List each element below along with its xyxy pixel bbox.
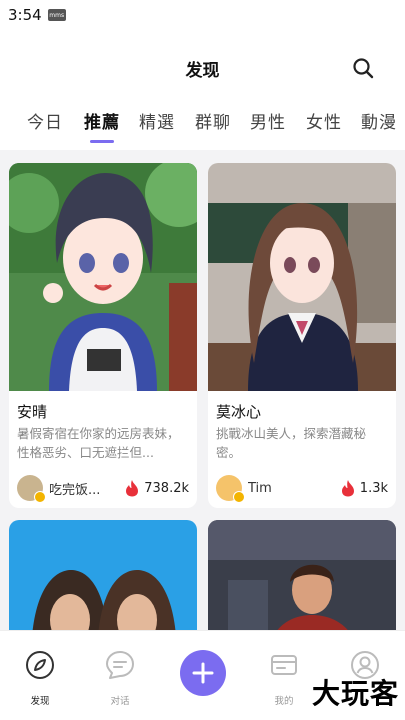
status-bar: 3:54 mms (0, 0, 405, 30)
status-time: 3:54 (8, 6, 42, 24)
verified-badge-icon (34, 491, 46, 503)
character-card[interactable]: 安晴 暑假寄宿在你家的远房表妹，性格恶劣、口无遮拦但... 吃完饭... 738… (9, 163, 197, 508)
tab-featured[interactable]: 精選 (139, 108, 175, 133)
character-grid: 安晴 暑假寄宿在你家的远房表妹，性格恶劣、口无遮拦但... 吃完饭... 738… (0, 150, 405, 630)
character-name: 莫冰心 (216, 403, 262, 421)
chat-bubble-icon (106, 651, 134, 679)
watermark: 大玩客 (311, 677, 399, 710)
nav-mine[interactable]: 我的 (254, 649, 314, 707)
character-description: 暑假寄宿在你家的远房表妹，性格恶劣、口无遮拦但... (17, 426, 180, 460)
character-image (9, 163, 197, 391)
nav-chat-label: 对话 (110, 696, 130, 707)
character-card[interactable]: 莫冰心 挑戰冰山美人，探索潛藏秘密。 Tim 1.3k (208, 163, 396, 508)
character-card[interactable] (9, 520, 197, 630)
nav-mine-label: 我的 (274, 696, 294, 707)
author-name: Tim (248, 480, 272, 496)
category-tabs: 今日 推薦 精選 群聊 男性 女性 動漫 (0, 108, 405, 144)
search-icon[interactable] (351, 56, 375, 80)
page-title: 发现 (185, 61, 220, 81)
tab-male[interactable]: 男性 (250, 108, 286, 133)
tab-female[interactable]: 女性 (306, 108, 342, 133)
like-count: 738.2k (144, 480, 189, 496)
verified-badge-icon (233, 491, 245, 503)
character-name: 安晴 (17, 403, 48, 421)
tab-today[interactable]: 今日 (27, 108, 63, 133)
create-button[interactable] (180, 650, 226, 696)
tab-recommended[interactable]: 推薦 (84, 108, 120, 133)
notification-badge: mms (47, 9, 66, 21)
like-count: 1.3k (359, 480, 388, 496)
avatar (216, 475, 245, 503)
character-image (208, 520, 396, 630)
fire-icon (341, 480, 354, 497)
tab-group-chat[interactable]: 群聊 (195, 108, 231, 133)
character-image (208, 163, 396, 391)
active-tab-indicator (90, 140, 114, 143)
character-card[interactable] (208, 520, 396, 630)
character-image (9, 520, 197, 630)
fire-icon (126, 480, 139, 497)
avatar (17, 475, 46, 503)
character-description: 挑戰冰山美人，探索潛藏秘密。 (216, 426, 367, 460)
compass-icon (26, 651, 54, 679)
nav-discover[interactable]: 发现 (10, 649, 70, 707)
card-meta: Tim 1.3k (208, 466, 396, 503)
nav-discover-label: 发现 (30, 696, 50, 707)
author-name: 吃完饭... (49, 482, 101, 498)
tab-anime[interactable]: 動漫 (361, 108, 397, 133)
bottom-navigation: 发现 对话 我的 大玩客 (0, 630, 405, 720)
card-icon (271, 655, 297, 675)
nav-chat[interactable]: 对话 (90, 649, 150, 707)
card-meta: 吃完饭... 738.2k (9, 466, 197, 503)
plus-icon (192, 662, 214, 684)
header: 发现 今日 推薦 精選 群聊 男性 女性 動漫 (0, 30, 405, 150)
